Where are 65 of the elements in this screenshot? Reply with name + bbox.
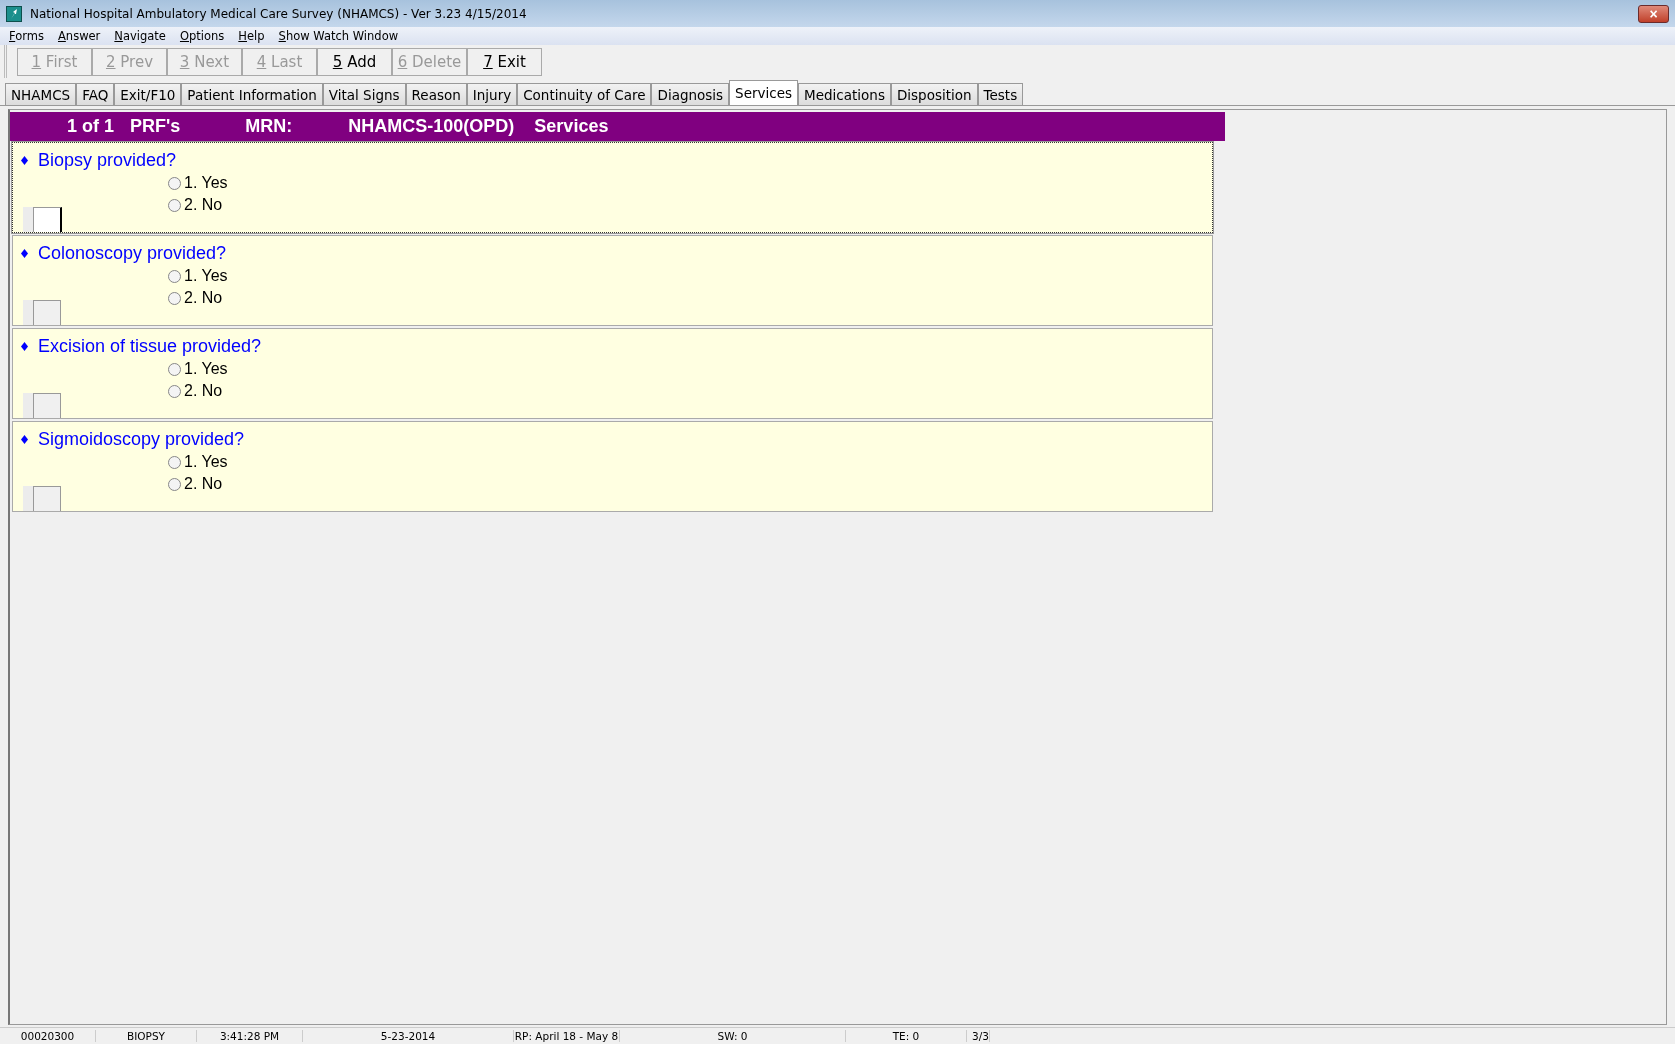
radio-button[interactable] (168, 291, 181, 305)
radio-button[interactable] (168, 269, 181, 283)
tab[interactable]: Disposition (890, 83, 978, 105)
tab[interactable]: Continuity of Care (517, 83, 652, 105)
close-button[interactable]: × (1638, 4, 1669, 23)
record-count: 1 of 1 (67, 116, 114, 137)
tab[interactable]: Reason (405, 83, 467, 105)
option-label: 2. No (184, 196, 223, 214)
option-label: 1. Yes (184, 174, 228, 192)
tab[interactable]: Exit/F10 (114, 83, 182, 105)
toolbar-button[interactable]: 5 Add (317, 48, 392, 76)
radio-button[interactable] (168, 198, 181, 212)
menu-item[interactable]: Navigate (114, 29, 166, 43)
tab[interactable]: NHAMCS (5, 83, 77, 105)
answer-field[interactable] (33, 207, 62, 232)
tab[interactable]: Diagnosis (651, 83, 730, 105)
diamond-bullet-icon (21, 435, 28, 444)
status-cell: BIOPSY (96, 1030, 197, 1042)
diamond-bullet-icon (21, 342, 28, 351)
menu-item[interactable]: Answer (58, 29, 101, 43)
app-icon (6, 5, 22, 22)
diamond-bullet-icon (21, 249, 28, 258)
status-cell: RP: April 18 - May 8 (514, 1030, 620, 1042)
radio-button[interactable] (168, 455, 181, 469)
status-cell: 5-23-2014 (303, 1030, 514, 1042)
status-cell: TE: 0 (846, 1030, 967, 1042)
answer-field[interactable] (33, 393, 61, 418)
form-name: PRF's (130, 116, 181, 137)
status-cell: 3/3 (967, 1030, 990, 1042)
status-cell: 00020300 (0, 1030, 96, 1042)
option-label: 2. No (184, 382, 223, 400)
answer-field[interactable] (33, 300, 61, 325)
radio-button[interactable] (168, 477, 181, 491)
option-label: 2. No (184, 289, 223, 307)
status-cell: SW: 0 (620, 1030, 846, 1042)
option-label: 1. Yes (184, 360, 228, 378)
question-text: Colonoscopy provided? (38, 243, 227, 264)
answer-field[interactable] (33, 486, 61, 511)
diamond-bullet-icon (21, 156, 28, 165)
toolbar-button[interactable]: 7 Exit (467, 48, 542, 76)
option-label: 2. No (184, 475, 223, 493)
question-text: Sigmoidoscopy provided? (38, 429, 245, 450)
window-title: National Hospital Ambulatory Medical Care Survey (NHAMCS) - Ver 3.23 4/15/2014 (30, 6, 528, 21)
mrn-value: NHAMCS-100(OPD) (348, 116, 515, 137)
tab[interactable]: Patient Information (181, 83, 323, 105)
tab[interactable]: Services (729, 80, 799, 105)
radio-button[interactable] (168, 362, 181, 376)
tab[interactable]: Vital Signs (322, 83, 406, 105)
radio-button[interactable] (168, 176, 181, 190)
menu-item[interactable]: Help (238, 29, 265, 43)
question-text: Biopsy provided? (38, 150, 177, 171)
tab[interactable]: FAQ (76, 83, 115, 105)
question-text: Excision of tissue provided? (38, 336, 262, 357)
status-cell: 3:41:28 PM (197, 1030, 303, 1042)
section-title: Services (534, 116, 609, 137)
option-label: 1. Yes (184, 267, 228, 285)
menu-item[interactable]: Forms (9, 29, 44, 43)
tab[interactable]: Medications (798, 83, 891, 105)
menu-item[interactable]: Options (179, 29, 225, 43)
option-label: 1. Yes (184, 453, 228, 471)
tab[interactable]: Tests (977, 83, 1024, 105)
tab[interactable]: Injury (466, 83, 518, 105)
radio-button[interactable] (168, 384, 181, 398)
mrn-label: MRN: (245, 116, 293, 137)
menu-item[interactable]: Show Watch Window (278, 29, 399, 43)
